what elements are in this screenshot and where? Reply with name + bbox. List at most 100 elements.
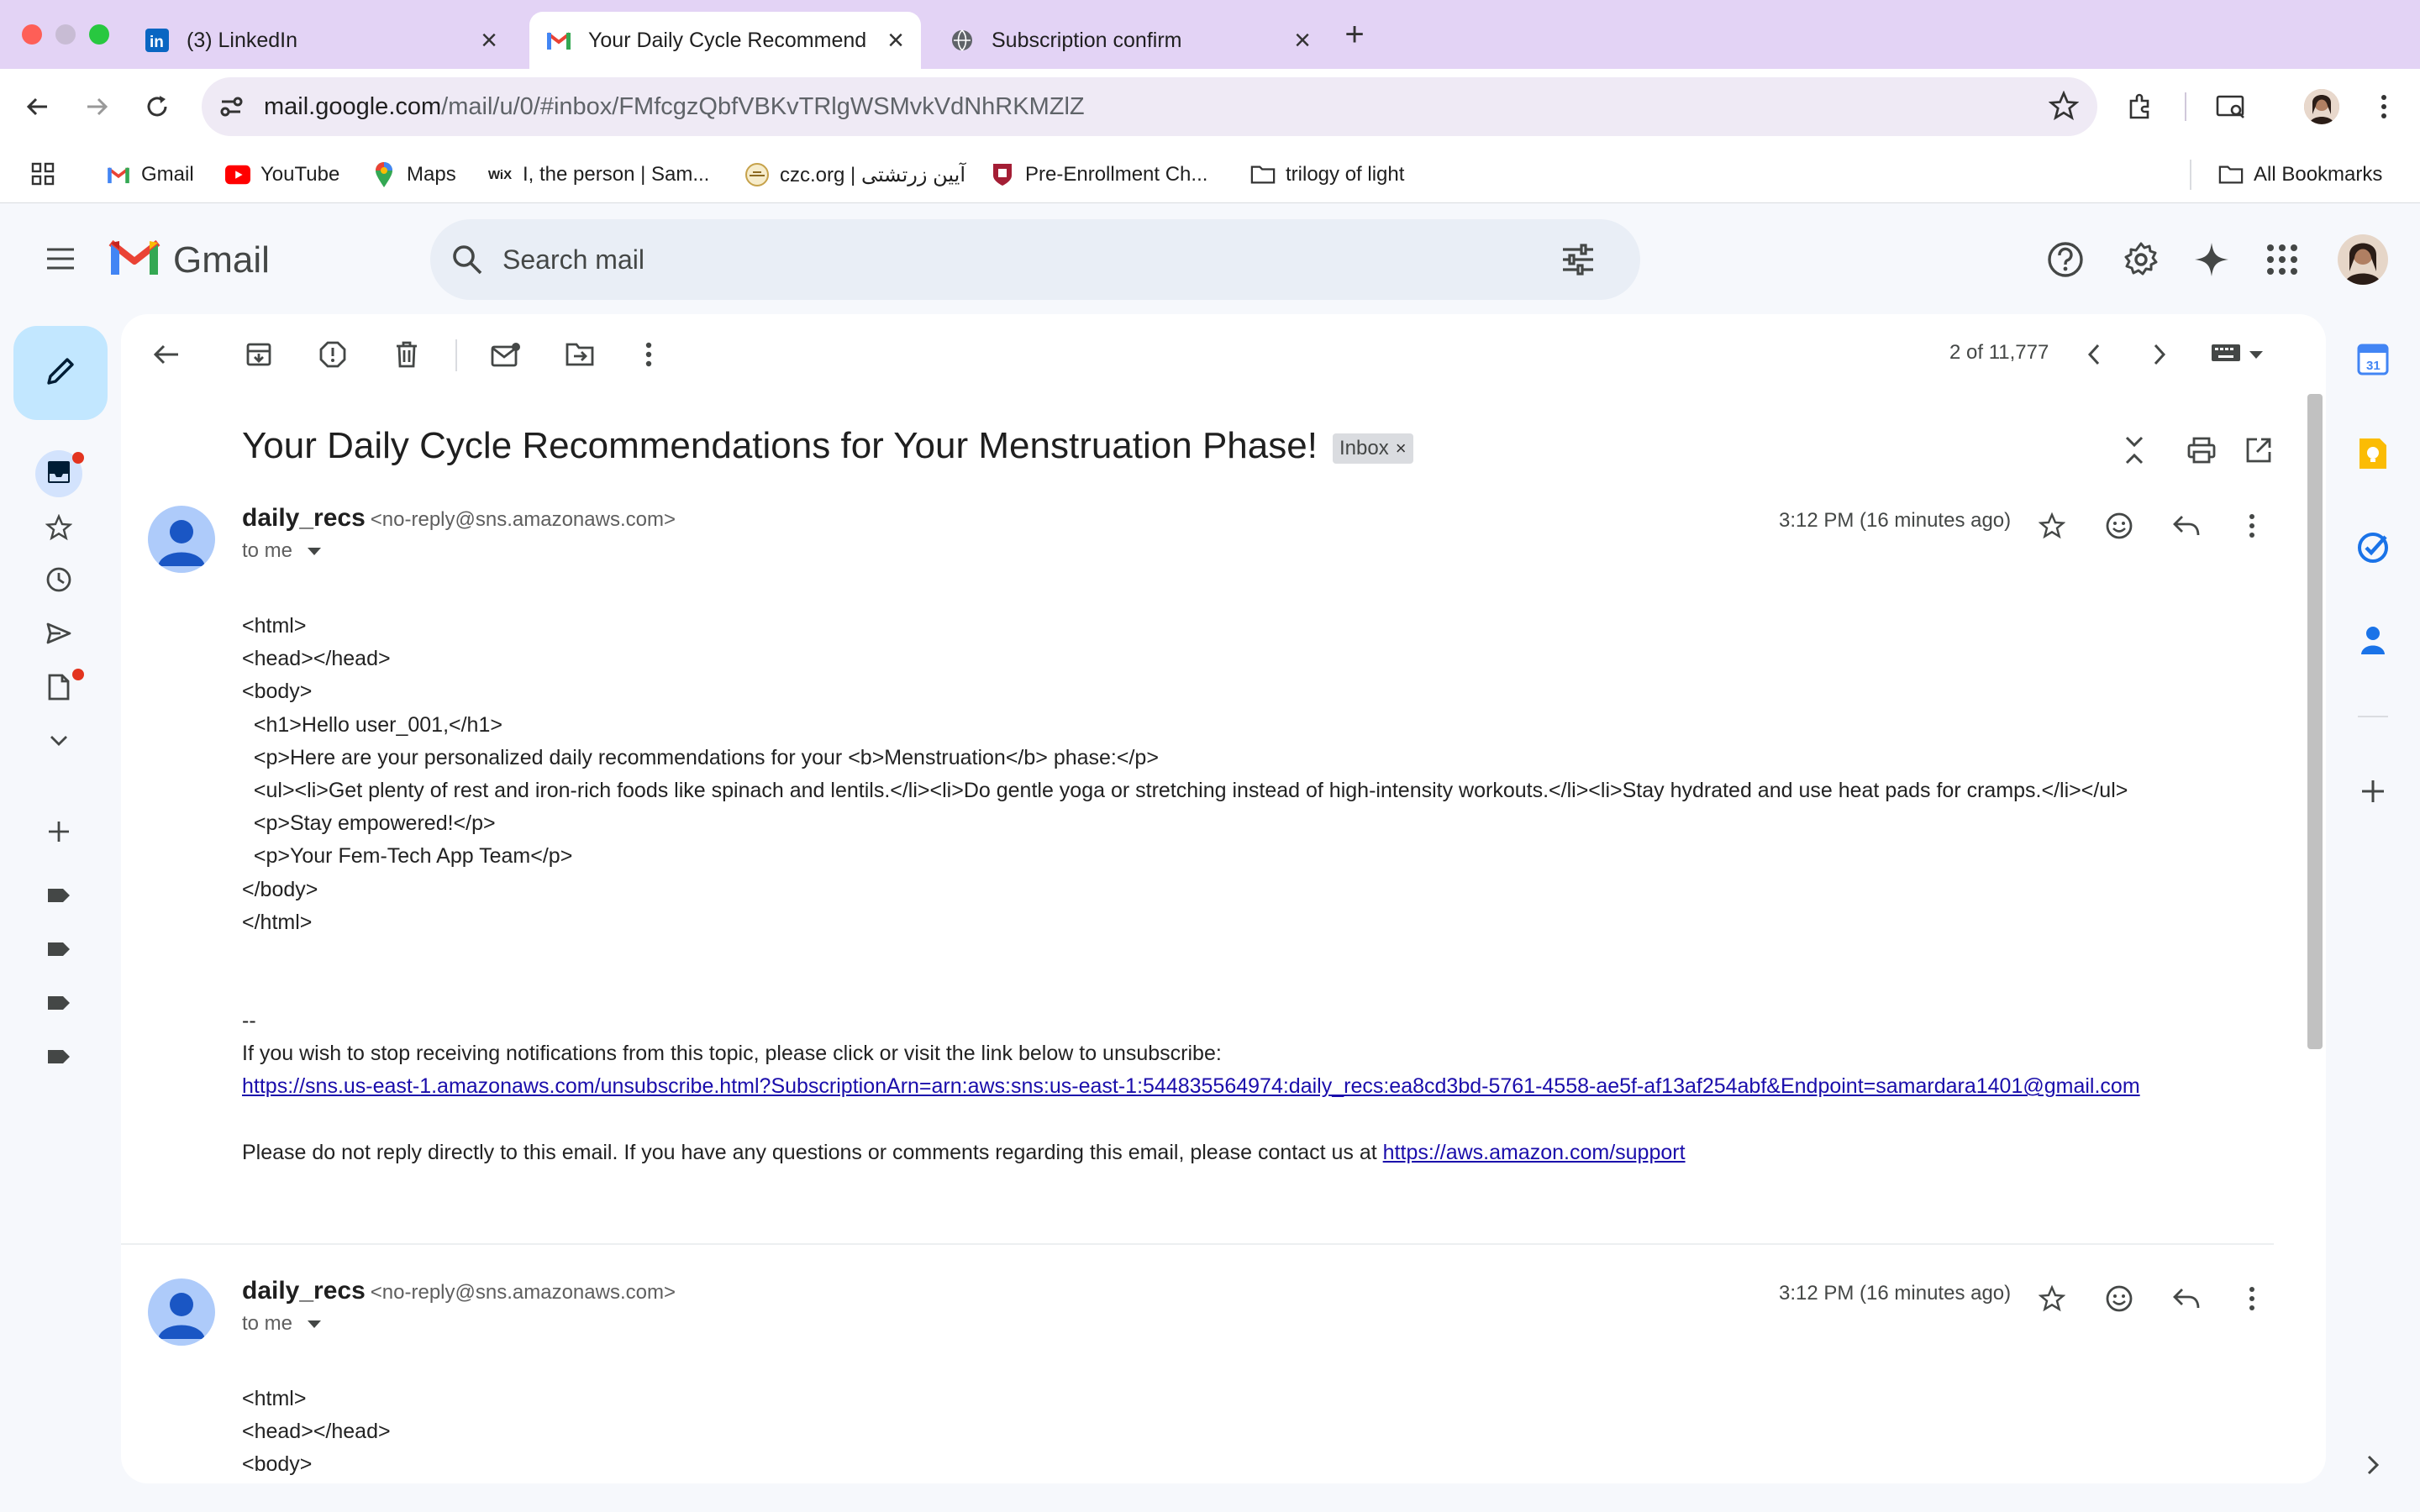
label-item[interactable] [35, 981, 82, 1028]
czc-icon [744, 162, 770, 187]
address-bar[interactable]: mail.google.com/mail/u/0/#inbox/FMfcgzQb… [202, 77, 2097, 136]
minimize-window-button[interactable] [55, 24, 76, 45]
older-button[interactable] [2138, 333, 2181, 376]
search-input[interactable] [502, 238, 1469, 281]
get-addons-icon[interactable] [2353, 771, 2393, 811]
print-button[interactable] [2180, 428, 2223, 472]
support-link[interactable]: https://aws.amazon.com/support [1383, 1141, 1686, 1164]
close-tab-icon[interactable]: × [1294, 26, 1311, 55]
more-actions-button[interactable] [627, 333, 671, 376]
account-avatar[interactable] [2338, 234, 2388, 285]
inbox-label-chip[interactable]: Inbox × [1333, 433, 1413, 464]
inbox-nav-item[interactable] [35, 450, 84, 497]
google-apps-icon[interactable] [2257, 234, 2307, 285]
draft-icon [47, 674, 71, 705]
close-window-button[interactable] [22, 24, 42, 45]
bookmark-youtube[interactable]: YouTube [225, 160, 339, 190]
tab-search-icon[interactable] [2212, 87, 2250, 126]
sender-avatar[interactable] [148, 506, 215, 573]
mark-unread-button[interactable] [484, 333, 528, 376]
recipients-toggle[interactable]: to me [242, 1312, 322, 1336]
sender-name[interactable]: daily_recs [242, 1277, 366, 1305]
search-box[interactable] [430, 219, 1640, 300]
compose-button[interactable] [13, 326, 108, 420]
sender-name[interactable]: daily_recs [242, 504, 366, 532]
bookmark-gmail[interactable]: Gmail [106, 160, 194, 190]
profile-avatar[interactable] [2304, 89, 2339, 124]
move-to-button[interactable] [558, 333, 602, 376]
sender-avatar[interactable] [148, 1278, 215, 1346]
starred-nav-item[interactable] [35, 506, 82, 553]
main-menu-icon[interactable] [35, 234, 86, 284]
unsubscribe-link[interactable]: https://sns.us-east-1.amazonaws.com/unsu… [242, 1074, 2140, 1098]
contacts-icon[interactable] [2353, 620, 2393, 660]
back-to-inbox-button[interactable] [145, 333, 188, 376]
tab-gmail[interactable]: Your Daily Cycle Recommend × [529, 12, 921, 69]
add-reaction-button[interactable] [2097, 504, 2141, 548]
show-side-panel-icon[interactable] [2353, 1445, 2393, 1485]
calendar-icon[interactable]: 31 [2353, 339, 2393, 380]
snoozed-nav-item[interactable] [35, 558, 82, 605]
search-icon[interactable] [450, 243, 484, 281]
message-more-button[interactable] [2230, 1277, 2274, 1320]
collapse-all-button[interactable] [2112, 428, 2156, 472]
open-new-window-button[interactable] [2237, 428, 2281, 472]
bookmark-pre-enrollment[interactable]: Pre-Enrollment Ch... [990, 160, 1207, 190]
add-reaction-button[interactable] [2097, 1277, 2141, 1320]
browser-menu-icon[interactable] [2365, 87, 2403, 126]
body-line: <p>Your Fem-Tech App Team</p> [242, 844, 573, 869]
reply-button[interactable] [2165, 504, 2208, 548]
remove-label-icon[interactable]: × [1396, 438, 1407, 459]
bookmark-star-icon[interactable] [2048, 90, 2080, 125]
create-label-button[interactable] [35, 810, 82, 857]
tab-linkedin[interactable]: in (3) LinkedIn × [128, 12, 514, 69]
star-message-button[interactable] [2030, 504, 2074, 548]
gmail-icon [106, 162, 131, 187]
new-tab-button[interactable]: + [1339, 12, 1370, 57]
recipients-toggle[interactable]: to me [242, 539, 322, 563]
label-item[interactable] [35, 927, 82, 974]
sent-nav-item[interactable] [35, 612, 82, 659]
notification-dot [72, 452, 84, 464]
all-bookmarks-button[interactable]: All Bookmarks [2218, 160, 2382, 190]
back-button[interactable] [18, 87, 57, 126]
close-tab-icon[interactable]: × [481, 26, 497, 55]
star-message-button[interactable] [2030, 1277, 2074, 1320]
search-options-icon[interactable] [1561, 243, 1595, 281]
apps-grid-icon[interactable] [30, 161, 55, 191]
reply-button[interactable] [2165, 1277, 2208, 1320]
scrollbar-thumb[interactable] [2307, 394, 2323, 1049]
delete-button[interactable] [385, 333, 429, 376]
gmail-logo[interactable]: Gmail [108, 238, 270, 282]
label-item[interactable] [35, 874, 82, 921]
forward-button[interactable] [77, 87, 116, 126]
site-settings-icon[interactable] [217, 92, 245, 125]
close-tab-icon[interactable]: × [887, 26, 904, 55]
tasks-icon[interactable] [2353, 528, 2393, 568]
bookmark-trilogy-of-light[interactable]: trilogy of light [1250, 160, 1404, 190]
input-tools-button[interactable] [2203, 333, 2270, 376]
maximize-window-button[interactable] [89, 24, 109, 45]
bookmark-wix[interactable]: WiX I, the person | Sam... [487, 160, 709, 190]
bookmark-maps[interactable]: Maps [371, 160, 456, 190]
reload-button[interactable] [138, 87, 176, 126]
gmail-header: Gmail [0, 204, 2420, 313]
gemini-sparkle-icon[interactable] [2186, 234, 2237, 285]
drafts-nav-item[interactable] [35, 665, 84, 712]
newer-button[interactable] [2072, 333, 2116, 376]
tab-subscription-confirm[interactable]: Subscription confirm × [933, 12, 1328, 69]
settings-gear-icon[interactable] [2116, 234, 2166, 285]
bookmark-czc[interactable]: czc.org | آیین زرتشتی [744, 160, 965, 190]
notification-dot [72, 669, 84, 680]
toolbar-divider [2185, 92, 2186, 121]
report-spam-button[interactable] [311, 333, 355, 376]
chevron-down-icon [49, 734, 69, 752]
label-item[interactable] [35, 1035, 82, 1082]
extensions-icon[interactable] [2121, 87, 2160, 126]
more-nav-item[interactable] [35, 719, 82, 766]
archive-button[interactable] [237, 333, 281, 376]
scrollbar[interactable] [2306, 394, 2324, 1483]
help-icon[interactable] [2040, 234, 2091, 285]
keep-icon[interactable] [2353, 433, 2393, 474]
message-more-button[interactable] [2230, 504, 2274, 548]
